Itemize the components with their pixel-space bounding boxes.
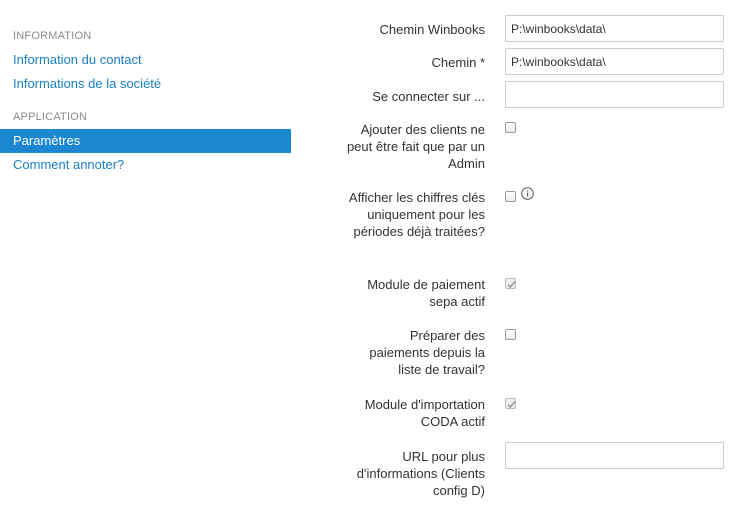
checkmark-icon [507,400,516,409]
checkmark-icon [507,280,516,289]
show-key-figures-checkbox[interactable] [505,191,516,202]
sepa-module-checkbox[interactable] [505,278,516,289]
coda-import-checkbox[interactable] [505,398,516,409]
winbooks-path-label: Chemin Winbooks [379,22,486,37]
info-icon[interactable] [521,187,534,200]
prepare-payments-checkbox[interactable] [505,329,516,340]
sepa-module-label: Module de paiement sepa actif [367,277,485,309]
section-heading-application: APPLICATION [13,111,88,123]
sidebar-item-how-to-annotate[interactable]: Comment annoter? [0,153,291,177]
more-info-url-input[interactable] [505,442,724,469]
connect-on-input[interactable] [505,81,724,108]
prepare-payments-label: Préparer des paiements depuis la liste d… [369,328,485,377]
sidebar-item-company-info[interactable]: Informations de la société [0,72,291,96]
show-key-figures-label: Afficher les chiffres clés uniquement po… [348,190,485,239]
sidebar-item-contact-info[interactable]: Information du contact [0,48,291,72]
path-input[interactable] [505,48,724,75]
add-clients-admin-only-label: Ajouter des clients ne peut être fait qu… [346,122,485,171]
winbooks-path-input[interactable] [505,15,724,42]
add-clients-admin-only-checkbox[interactable] [505,122,516,133]
section-heading-information: INFORMATION [13,30,92,42]
sidebar-item-settings[interactable]: Paramètres [0,129,291,153]
more-info-url-label: URL pour plus d'informations (Clients co… [356,449,485,498]
path-label: Chemin * [431,55,485,70]
connect-on-label: Se connecter sur ... [372,89,485,104]
coda-import-label: Module d'importation CODA actif [364,397,485,429]
